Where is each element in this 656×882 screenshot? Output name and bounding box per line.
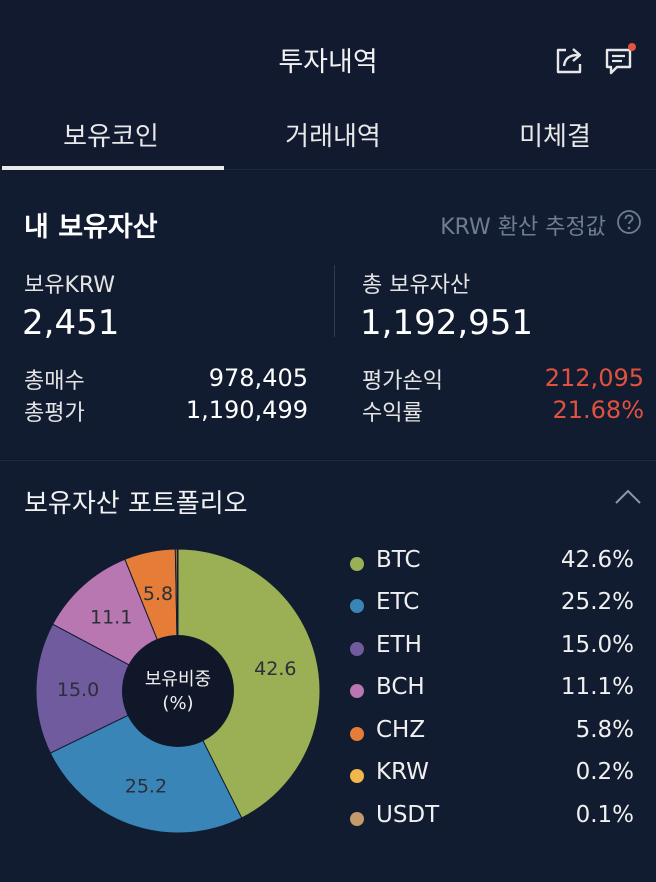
pnl-label: 평가손익 — [362, 369, 443, 394]
krw-estimate-note: KRW 환산 추정값 — [440, 215, 606, 240]
portfolio-section: 보유자산 포트폴리오 보유비중 (%) 42.6 25.2 15.0 11.1 5.8 … — [0, 460, 656, 882]
tab-pending-orders[interactable]: 미체결 — [446, 116, 656, 164]
legend-coin-percent: 15.0% — [560, 632, 634, 658]
legend-coin-name: USDT — [376, 802, 440, 828]
donut-slice-label-chz: 5.8 — [143, 583, 173, 605]
legend-coin-name: BCH — [376, 674, 425, 700]
roi-value: 21.68% — [552, 396, 644, 424]
krw-balance-label: 보유KRW — [24, 273, 116, 298]
total-assets-label: 총 보유자산 — [362, 273, 471, 298]
legend-item-bch[interactable]: BCH 11.1% — [350, 672, 640, 714]
donut-slice-label-eth: 15.0 — [57, 679, 99, 701]
chat-icon[interactable] — [602, 42, 638, 78]
legend-coin-percent: 0.2% — [575, 759, 634, 785]
legend-item-chz[interactable]: CHZ 5.8% — [350, 715, 640, 757]
tab-holdings[interactable]: 보유코인 — [2, 116, 220, 164]
legend-coin-percent: 25.2% — [560, 589, 634, 615]
legend-coin-name: KRW — [376, 759, 429, 785]
legend-coin-name: CHZ — [376, 717, 426, 743]
assets-title: 내 보유자산 — [24, 212, 158, 243]
legend-dot — [350, 769, 364, 783]
legend-dot — [350, 599, 364, 613]
donut-center-title: 보유비중 — [145, 669, 211, 690]
total-buy-label: 총매수 — [24, 369, 85, 394]
chevron-up-icon[interactable] — [612, 485, 644, 509]
legend-coin-percent: 0.1% — [575, 802, 634, 828]
legend-dot — [350, 642, 364, 656]
donut-slice-label-btc: 42.6 — [254, 658, 296, 680]
app-header: 투자내역 — [0, 0, 656, 110]
krw-balance-value: 2,451 — [22, 303, 120, 343]
legend-coin-name: BTC — [376, 547, 421, 573]
legend-coin-name: ETH — [376, 632, 422, 658]
legend-item-krw[interactable]: KRW 0.2% — [350, 757, 640, 799]
legend-item-usdt[interactable]: USDT 0.1% — [350, 800, 640, 842]
legend-item-btc[interactable]: BTC 42.6% — [350, 545, 640, 587]
total-eval-value: 1,190,499 — [185, 396, 308, 424]
legend-item-eth[interactable]: ETH 15.0% — [350, 630, 640, 672]
tab-bar: 보유코인 거래내역 미체결 — [0, 110, 656, 170]
total-assets-value: 1,192,951 — [360, 303, 534, 343]
total-eval-label: 총평가 — [24, 401, 85, 426]
help-icon[interactable] — [616, 209, 642, 235]
legend-item-etc[interactable]: ETC 25.2% — [350, 587, 640, 629]
active-tab-indicator — [2, 166, 224, 170]
donut-slice-label-etc: 25.2 — [125, 776, 167, 798]
legend-coin-percent: 5.8% — [575, 717, 634, 743]
legend-dot — [350, 557, 364, 571]
pnl-value: 212,095 — [544, 364, 644, 392]
share-icon[interactable] — [552, 42, 588, 78]
legend-coin-name: ETC — [376, 589, 420, 615]
legend-coin-percent: 42.6% — [560, 547, 634, 573]
donut-hole — [122, 635, 234, 747]
my-assets-section: 내 보유자산 KRW 환산 추정값 보유KRW 2,451 총 보유자산 1,1… — [0, 171, 656, 459]
portfolio-title: 보유자산 포트폴리오 — [24, 489, 248, 519]
legend-coin-percent: 11.1% — [560, 674, 634, 700]
vertical-divider — [334, 265, 335, 337]
donut-center-unit: (%) — [162, 693, 193, 714]
total-buy-value: 978,405 — [208, 364, 308, 392]
portfolio-donut-chart: 보유비중 (%) 42.6 25.2 15.0 11.1 5.8 — [35, 548, 321, 834]
roi-label: 수익률 — [362, 401, 423, 426]
donut-slice-label-bch: 11.1 — [90, 607, 132, 629]
legend-dot — [350, 727, 364, 741]
legend-dot — [350, 684, 364, 698]
legend-dot — [350, 812, 364, 826]
notification-dot — [628, 43, 636, 51]
tab-trade-history[interactable]: 거래내역 — [224, 116, 442, 164]
